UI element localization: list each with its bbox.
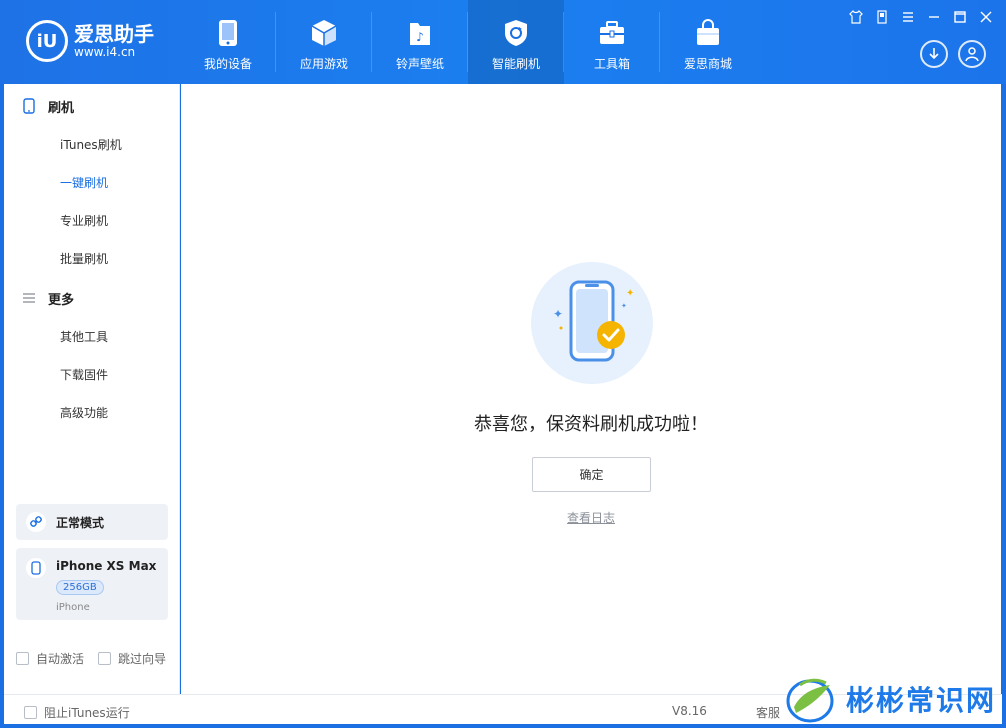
- confirm-button[interactable]: 确定: [532, 457, 651, 492]
- sidebar-section-flash: 刷机: [4, 86, 179, 126]
- app-url: www.i4.cn: [74, 45, 136, 59]
- svg-text:♪: ♪: [416, 30, 424, 44]
- sidebar-section-title: 刷机: [48, 100, 75, 116]
- device-name: iPhone XS Max: [56, 559, 157, 573]
- nav-label: 我的设备: [203, 57, 252, 71]
- phone-success-icon: ✦ ✦ ✦: [553, 280, 634, 362]
- device-mode-label: 正常模式: [56, 515, 105, 530]
- nav-my-device[interactable]: 我的设备: [180, 0, 276, 84]
- music-file-icon: ♪: [405, 18, 435, 48]
- svg-text:✦: ✦: [626, 288, 634, 299]
- sidebar-item-itunes-flash[interactable]: iTunes刷机: [4, 126, 179, 164]
- main-nav: 我的设备 应用游戏 ♪ 铃声壁纸 智能刷机 工具箱 爱思商城: [180, 0, 756, 84]
- nav-label: 爱思商城: [683, 57, 732, 71]
- sidebar-item-advanced[interactable]: 高级功能: [4, 394, 179, 432]
- maximize-icon[interactable]: [952, 10, 968, 26]
- top-bar: iU 爱思助手 www.i4.cn 我的设备 应用游戏 ♪ 铃声壁纸 智能刷机 …: [0, 0, 1006, 84]
- checkbox-box[interactable]: [98, 652, 111, 665]
- toolbox-icon: [597, 18, 627, 48]
- app-name: 爱思助手: [74, 22, 154, 46]
- svg-text:✦: ✦: [621, 302, 627, 310]
- main-content: ✦ ✦ ✦ 恭喜您，保资料刷机成功啦！ 确定 查看日志: [181, 84, 1001, 694]
- block-itunes-checkbox[interactable]: 阻止iTunes运行: [24, 704, 130, 721]
- sidebar-section-more: 更多: [4, 278, 179, 318]
- device-type: iPhone: [56, 602, 90, 613]
- refresh-shield-icon: [501, 18, 531, 48]
- nav-ringtones-wallpapers[interactable]: ♪ 铃声壁纸: [372, 0, 468, 84]
- customer-service-link[interactable]: 客服: [756, 704, 780, 721]
- download-icon: [929, 48, 939, 60]
- auto-activate-checkbox[interactable]: 自动激活: [16, 650, 84, 667]
- sidebar-item-other-tools[interactable]: 其他工具: [4, 318, 179, 356]
- sidebar-item-pro-flash[interactable]: 专业刷机: [4, 202, 179, 240]
- shirt-icon[interactable]: [848, 9, 864, 26]
- iphone-icon: [26, 558, 46, 578]
- phone-icon: [213, 18, 243, 48]
- skip-guide-label: 跳过向导: [118, 652, 167, 666]
- nav-toolbox[interactable]: 工具箱: [564, 0, 660, 84]
- sidebar: 刷机 iTunes刷机 一键刷机 专业刷机 批量刷机 更多 其他工具 下载固件 …: [4, 84, 180, 694]
- nav-apps-games[interactable]: 应用游戏: [276, 0, 372, 84]
- nav-store[interactable]: 爱思商城: [660, 0, 756, 84]
- device-info-card[interactable]: iPhone XS Max 256GB iPhone: [16, 548, 168, 620]
- watermark: 彬彬常识网: [782, 670, 1006, 728]
- nav-label: 应用游戏: [299, 57, 348, 71]
- success-message: 恭喜您，保资料刷机成功啦！: [474, 414, 708, 435]
- checkbox-box[interactable]: [24, 706, 37, 719]
- view-log-link[interactable]: 查看日志: [181, 509, 1001, 526]
- app-logo[interactable]: iU 爱思助手 www.i4.cn: [26, 20, 154, 62]
- nav-label: 工具箱: [593, 57, 630, 71]
- shopping-bag-icon: [693, 18, 723, 48]
- user-icon: [965, 47, 979, 62]
- logo-mark: iU: [26, 20, 68, 62]
- phone-outline-icon: [22, 98, 36, 114]
- menu-icon[interactable]: [900, 10, 916, 26]
- download-button[interactable]: [920, 40, 948, 68]
- cube-icon: [309, 18, 339, 48]
- nav-label: 智能刷机: [491, 57, 540, 71]
- device-capacity-badge: 256GB: [56, 580, 104, 595]
- success-illustration: ✦ ✦ ✦: [531, 262, 653, 384]
- sidebar-section-title: 更多: [48, 292, 75, 308]
- checkbox-box[interactable]: [16, 652, 29, 665]
- link-icon: [26, 512, 46, 532]
- sidebar-item-one-click-flash[interactable]: 一键刷机: [4, 164, 179, 202]
- close-icon[interactable]: [978, 10, 994, 26]
- auto-activate-label: 自动激活: [36, 652, 85, 666]
- version-label: V8.16: [672, 704, 707, 718]
- skip-guide-checkbox[interactable]: 跳过向导: [98, 650, 166, 667]
- svg-text:✦: ✦: [553, 307, 563, 321]
- watermark-text: 彬彬常识网: [846, 684, 997, 717]
- globe-logo-icon: [786, 678, 834, 723]
- device-mode-card[interactable]: 正常模式: [16, 504, 168, 540]
- sidebar-item-batch-flash[interactable]: 批量刷机: [4, 240, 179, 278]
- user-account-button[interactable]: [958, 40, 986, 68]
- window-controls: [848, 9, 994, 26]
- pin-icon[interactable]: [874, 10, 890, 26]
- sidebar-item-download-firmware[interactable]: 下载固件: [4, 356, 179, 394]
- nav-smart-flash[interactable]: 智能刷机: [468, 0, 564, 84]
- menu-lines-icon: [22, 290, 36, 306]
- nav-label: 铃声壁纸: [395, 57, 444, 71]
- minimize-icon[interactable]: [926, 10, 942, 26]
- block-itunes-label: 阻止iTunes运行: [44, 706, 130, 720]
